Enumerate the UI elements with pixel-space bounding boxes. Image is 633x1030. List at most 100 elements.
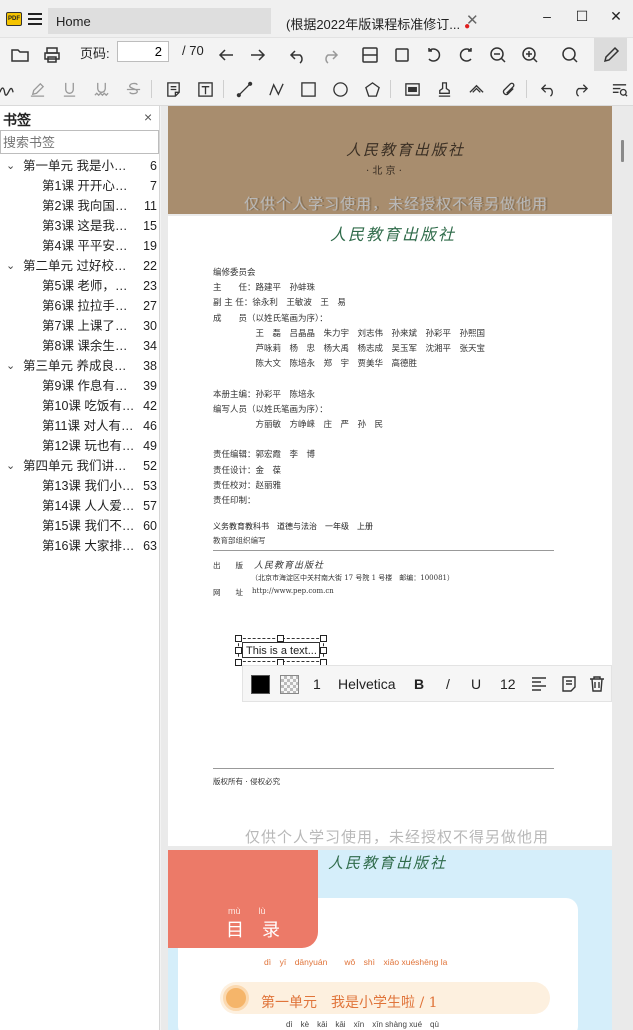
bookmark-lesson[interactable]: 第12课 玩也有学问 49 xyxy=(0,436,160,456)
bookmark-lesson[interactable]: 第1课 开开心心上学去 7 xyxy=(0,176,160,196)
fill-color-swatch[interactable] xyxy=(280,675,299,694)
bookmark-lesson[interactable]: 第13课 我们小点儿声 53 xyxy=(0,476,160,496)
note-icon[interactable] xyxy=(162,78,184,100)
edit-mode-button[interactable] xyxy=(594,38,627,71)
bookmark-unit[interactable]: ⌄ 第一单元 我是小学生啦 6 xyxy=(0,156,160,176)
bookmark-unit[interactable]: ⌄ 第四单元 我们讲文明 52 xyxy=(0,456,160,476)
bookmark-lesson[interactable]: 第9课 作息有规律 39 xyxy=(0,376,160,396)
bold-button[interactable]: B xyxy=(414,676,424,692)
redact-icon[interactable] xyxy=(401,78,423,100)
bookmark-lesson[interactable]: 第15课 我们不乱扔 60 xyxy=(0,516,160,536)
line-icon[interactable] xyxy=(233,78,255,100)
delete-icon[interactable] xyxy=(588,675,606,696)
tab-home[interactable]: Home xyxy=(48,8,271,34)
forward-icon[interactable] xyxy=(319,44,341,66)
bookmark-label: 第7课 上课了，好好学 xyxy=(42,319,136,333)
font-size-select[interactable]: 12 xyxy=(500,676,516,692)
single-page-icon[interactable] xyxy=(391,44,413,66)
prev-page-icon[interactable] xyxy=(215,44,237,66)
open-folder-icon[interactable] xyxy=(9,44,31,66)
chevron-down-icon[interactable]: ⌄ xyxy=(6,256,15,276)
align-icon[interactable] xyxy=(530,675,548,696)
bookmark-lesson[interactable]: 第8课 课余生活真丰富 34 xyxy=(0,336,160,356)
page-number-input[interactable] xyxy=(117,41,169,62)
menu-icon[interactable] xyxy=(28,13,42,25)
polygon-icon[interactable] xyxy=(361,78,383,100)
bookmark-page: 7 xyxy=(150,179,157,193)
resize-handle[interactable] xyxy=(277,635,284,642)
publisher-logo-small: 人民教育出版社 xyxy=(254,561,325,571)
bookmark-lesson[interactable]: 第5课 老师，您好！ 23 xyxy=(0,276,160,296)
rotate-right-icon[interactable] xyxy=(455,44,477,66)
bookmark-page: 19 xyxy=(143,239,157,253)
text-color-swatch[interactable] xyxy=(251,675,270,694)
bookmark-lesson[interactable]: 第6课 拉拉手，交朋友 27 xyxy=(0,296,160,316)
text-annotation-content[interactable]: This is a text... xyxy=(242,642,320,658)
zoom-in-icon[interactable] xyxy=(519,44,541,66)
divider xyxy=(213,768,554,769)
maximize-button[interactable]: ☐ xyxy=(570,8,594,28)
bookmark-lesson[interactable]: 第4课 平平安安回家来 19 xyxy=(0,236,160,256)
text-format-bar: 1 Helvetica B / U 12 xyxy=(242,665,612,702)
bookmark-lesson[interactable]: 第7课 上课了，好好学 30 xyxy=(0,316,160,336)
print-icon[interactable] xyxy=(41,44,63,66)
resize-handle[interactable] xyxy=(235,635,242,642)
resize-handle[interactable] xyxy=(320,635,327,642)
next-page-icon[interactable] xyxy=(247,44,269,66)
bookmark-lesson[interactable]: 第11课 对人有礼貌 46 xyxy=(0,416,160,436)
bookmark-label: 第一单元 我是小学生啦 xyxy=(23,159,133,173)
back-icon[interactable] xyxy=(287,44,309,66)
tab-close-button[interactable]: ✕ xyxy=(466,11,479,29)
bookmarks-panel: 书签 × ⌄ 第一单元 我是小学生啦 6 第1课 开开心心上学去 7 第2课 我向国旗敬个… xyxy=(0,106,160,1030)
close-window-button[interactable]: ✕ xyxy=(604,8,628,28)
underline-icon[interactable] xyxy=(58,78,80,100)
chevron-down-icon[interactable]: ⌄ xyxy=(6,156,15,176)
minimize-button[interactable]: – xyxy=(535,8,559,28)
credits-line xyxy=(213,372,485,387)
tab-document[interactable]: (根据2022年版课程标准修订... ● xyxy=(286,8,476,34)
bookmark-unit[interactable]: ⌄ 第三单元 养成良好习惯 38 xyxy=(0,356,160,376)
annotation-list-icon[interactable] xyxy=(608,78,630,100)
chevron-down-icon[interactable]: ⌄ xyxy=(6,456,15,476)
continuous-view-icon[interactable] xyxy=(359,44,381,66)
bookmark-lesson[interactable]: 第2课 我向国旗敬个礼 11 xyxy=(0,196,160,216)
bookmark-lesson[interactable]: 第3课 这是我们的校园 15 xyxy=(0,216,160,236)
attachment-icon[interactable] xyxy=(497,78,519,100)
zoom-out-icon[interactable] xyxy=(487,44,509,66)
bookmarks-close-button[interactable]: × xyxy=(144,109,152,125)
border-width[interactable]: 1 xyxy=(313,676,321,692)
italic-button[interactable]: / xyxy=(446,676,450,692)
credits-line: 陈大文 陈培永 郑 宇 贾美华 高德胜 xyxy=(213,359,418,370)
bookmark-lesson[interactable]: 第16课 大家排好队 63 xyxy=(0,536,160,556)
signature-icon[interactable] xyxy=(465,78,487,100)
credits-line: 责任印制： xyxy=(213,496,256,507)
bookmark-lesson[interactable]: 第10课 吃饭有讲究 42 xyxy=(0,396,160,416)
highlighter-icon[interactable] xyxy=(26,78,48,100)
note-icon[interactable] xyxy=(560,675,578,696)
resize-handle[interactable] xyxy=(235,647,242,654)
undo-icon[interactable] xyxy=(537,78,559,100)
squiggly-underline-icon[interactable] xyxy=(90,78,112,100)
ellipse-icon[interactable] xyxy=(329,78,351,100)
stamp-icon[interactable] xyxy=(433,78,455,100)
polyline-icon[interactable] xyxy=(265,78,287,100)
font-family-select[interactable]: Helvetica xyxy=(338,676,396,692)
bookmark-unit[interactable]: ⌄ 第二单元 过好校园生活 22 xyxy=(0,256,160,276)
redo-icon[interactable] xyxy=(569,78,591,100)
chevron-down-icon[interactable]: ⌄ xyxy=(6,356,15,376)
freehand-icon[interactable] xyxy=(0,78,17,100)
bookmark-lesson[interactable]: 第14课 人人爱护公物 57 xyxy=(0,496,160,516)
search-icon[interactable] xyxy=(559,44,581,66)
text-box-icon[interactable] xyxy=(194,78,216,100)
underline-button[interactable]: U xyxy=(471,676,481,692)
credits-line: 芦咏莉 杨 忠 杨大禹 杨志成 吴玉军 沈湘平 张天宝 xyxy=(213,344,486,355)
bookmark-search-input[interactable] xyxy=(0,130,159,154)
resize-handle[interactable] xyxy=(320,647,327,654)
bookmark-label: 第四单元 我们讲文明 xyxy=(23,459,133,473)
vertical-scrollbar[interactable] xyxy=(621,140,624,162)
strikethrough-icon[interactable] xyxy=(122,78,144,100)
page-total: / 70 xyxy=(182,43,204,58)
rectangle-icon[interactable] xyxy=(297,78,319,100)
rotate-left-icon[interactable] xyxy=(423,44,445,66)
resize-handle[interactable] xyxy=(235,659,242,666)
